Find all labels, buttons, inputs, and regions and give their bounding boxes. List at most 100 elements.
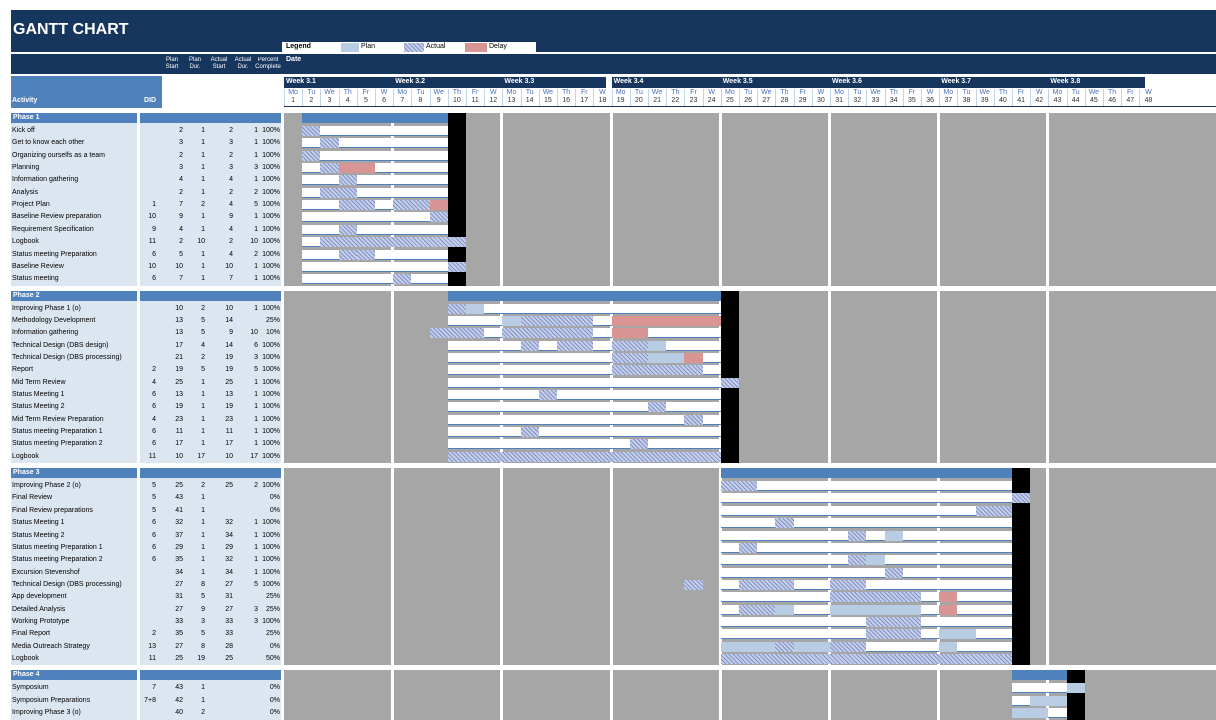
day-name-label: We bbox=[542, 89, 554, 96]
gantt-bar-delay[interactable] bbox=[611, 328, 648, 339]
gantt-bar-actual[interactable] bbox=[320, 163, 339, 174]
week-separator bbox=[828, 670, 831, 720]
gantt-bar-actual[interactable] bbox=[356, 249, 375, 260]
gantt-bar-delay[interactable] bbox=[338, 163, 375, 174]
gantt-bar-actual[interactable] bbox=[520, 340, 539, 351]
week-separator bbox=[500, 468, 504, 666]
gantt-bar-actual[interactable] bbox=[320, 237, 466, 248]
plan-start-value: 2 bbox=[179, 188, 183, 196]
day-divider bbox=[830, 89, 831, 107]
gantt-bar-actual[interactable] bbox=[338, 200, 375, 211]
day-name-label: Mo bbox=[397, 89, 408, 96]
gantt-bar-plan[interactable] bbox=[466, 303, 485, 314]
did-value: 9 bbox=[152, 225, 156, 233]
gantt-bar-actual[interactable] bbox=[1012, 493, 1031, 504]
gantt-bar-actual[interactable] bbox=[611, 365, 703, 376]
gantt-bar-actual[interactable] bbox=[848, 555, 867, 566]
gantt-bar-actual[interactable] bbox=[429, 212, 448, 223]
day-divider bbox=[848, 89, 850, 107]
gantt-bar-actual[interactable] bbox=[629, 439, 648, 450]
gantt-bar-actual[interactable] bbox=[866, 616, 921, 627]
gantt-bar-delay[interactable] bbox=[939, 604, 958, 615]
phase-timeline-bar bbox=[720, 468, 1012, 479]
day-number-label: 24 bbox=[707, 97, 716, 104]
did-value: 5 bbox=[152, 494, 156, 502]
gantt-bar-actual[interactable] bbox=[866, 629, 921, 640]
gantt-bar-actual[interactable] bbox=[830, 579, 867, 590]
gantt-bar-actual[interactable] bbox=[320, 138, 339, 149]
gantt-bar-actual[interactable] bbox=[684, 414, 703, 425]
gantt-bar-actual[interactable] bbox=[720, 481, 758, 492]
gantt-bar-plan[interactable] bbox=[720, 641, 776, 652]
gantt-bar-actual[interactable] bbox=[775, 641, 794, 652]
gantt-bar-plan[interactable] bbox=[939, 629, 976, 640]
gantt-bar-actual[interactable] bbox=[447, 303, 466, 314]
gantt-bar-actual[interactable] bbox=[538, 390, 557, 400]
gantt-bar-actual[interactable] bbox=[975, 505, 1012, 516]
gantt-bar-actual[interactable] bbox=[884, 567, 903, 578]
gantt-bar-actual[interactable] bbox=[393, 200, 430, 211]
gantt-bar-plan[interactable] bbox=[884, 530, 903, 541]
gantt-bar-actual[interactable] bbox=[429, 328, 485, 339]
plan-start-value: 4 bbox=[179, 225, 183, 233]
gantt-bar-actual[interactable] bbox=[393, 274, 412, 285]
gantt-bar-plan[interactable] bbox=[1066, 683, 1085, 694]
gantt-bar-actual[interactable] bbox=[739, 579, 794, 590]
day-name-label: Fr bbox=[690, 89, 697, 96]
date-header: Date bbox=[286, 56, 302, 63]
day-name-label: W bbox=[1035, 89, 1043, 96]
phase-title-extension bbox=[140, 468, 281, 479]
gantt-bar-actual[interactable] bbox=[775, 518, 794, 529]
gantt-bar-actual[interactable] bbox=[648, 402, 667, 413]
gantt-bar-plan[interactable] bbox=[502, 315, 521, 326]
actual-duration-value: 1 bbox=[254, 568, 258, 576]
gantt-bar-plan[interactable] bbox=[775, 604, 794, 615]
gantt-bar-plan[interactable] bbox=[648, 340, 667, 351]
gantt-bar-actual[interactable] bbox=[848, 530, 867, 541]
gantt-bar-actual[interactable] bbox=[557, 340, 594, 351]
plan-start-value: 7 bbox=[179, 201, 183, 209]
activity-name: Status Meeting 2 bbox=[12, 531, 65, 539]
gantt-bar-actual[interactable] bbox=[611, 340, 648, 351]
gantt-bar-plan[interactable] bbox=[793, 641, 830, 652]
gantt-bar-plan[interactable] bbox=[1012, 708, 1049, 719]
day-divider bbox=[320, 89, 322, 107]
did-value: 11 bbox=[148, 238, 156, 246]
gantt-bar-actual[interactable] bbox=[338, 175, 357, 186]
gantt-bar-actual[interactable] bbox=[447, 261, 466, 272]
gantt-bar-plan[interactable] bbox=[830, 604, 921, 615]
gantt-bar-actual[interactable] bbox=[302, 126, 321, 136]
day-number-label: 41 bbox=[1017, 97, 1025, 104]
gantt-bar-actual[interactable] bbox=[338, 249, 357, 260]
gantt-bar-actual[interactable] bbox=[739, 542, 758, 553]
gantt-bar-actual[interactable] bbox=[720, 377, 739, 388]
gantt-bar-delay[interactable] bbox=[611, 315, 721, 326]
gantt-bar-actual[interactable] bbox=[520, 427, 539, 438]
gantt-bar-delay[interactable] bbox=[684, 352, 703, 363]
gantt-bar-plan[interactable] bbox=[939, 641, 958, 652]
gantt-bar-actual[interactable] bbox=[830, 592, 921, 603]
gantt-bar-actual[interactable] bbox=[302, 150, 321, 161]
gantt-bar-plan[interactable] bbox=[648, 352, 685, 363]
legend-actual-swatch bbox=[404, 43, 424, 52]
gantt-bar-actual[interactable] bbox=[520, 315, 594, 326]
gantt-bar-actual[interactable] bbox=[720, 654, 1012, 664]
did-value: 6 bbox=[152, 391, 156, 398]
gantt-bar-plan[interactable] bbox=[1030, 695, 1067, 706]
did-value: 6 bbox=[152, 428, 156, 436]
gantt-bar-actual[interactable] bbox=[830, 641, 867, 652]
actual-start-value: 25 bbox=[225, 378, 233, 386]
gantt-bar-delay[interactable] bbox=[429, 200, 448, 211]
gantt-bar-actual[interactable] bbox=[502, 328, 594, 339]
gantt-bar-actual[interactable] bbox=[739, 604, 776, 615]
day-number-label: 23 bbox=[689, 97, 698, 104]
gantt-bar-delay[interactable] bbox=[939, 592, 958, 603]
activity-name: Technical Design (DBS processing) bbox=[12, 353, 122, 361]
gantt-bar-actual[interactable] bbox=[338, 224, 357, 235]
gantt-bar-actual[interactable] bbox=[320, 187, 357, 198]
gantt-bar-plan[interactable] bbox=[866, 555, 885, 566]
did-value: 7+8 bbox=[144, 696, 156, 704]
gantt-bar-actual[interactable] bbox=[447, 451, 721, 462]
gantt-bar-actual[interactable] bbox=[684, 579, 703, 590]
gantt-bar-actual[interactable] bbox=[611, 352, 648, 363]
